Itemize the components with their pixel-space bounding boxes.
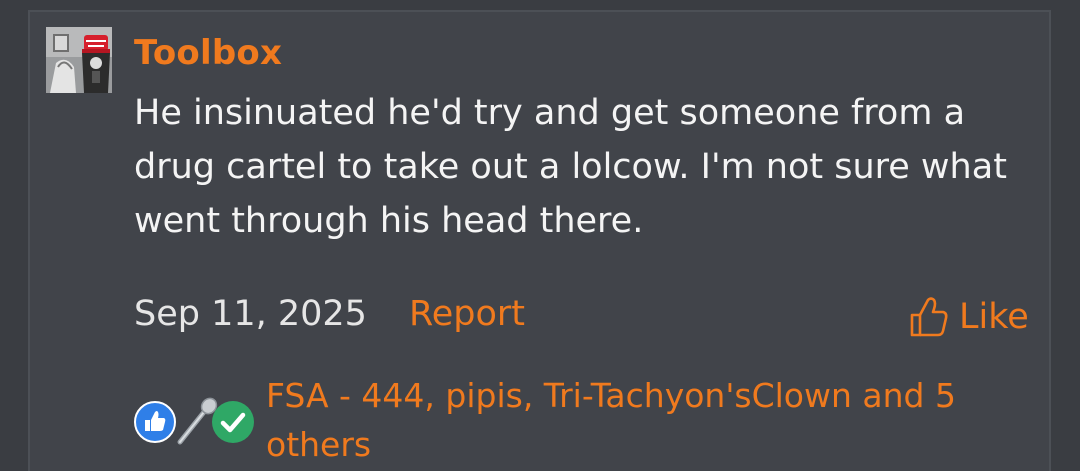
thumbs-up-icon bbox=[134, 401, 176, 443]
thumbs-up-outline-icon bbox=[910, 297, 948, 337]
like-label: Like bbox=[959, 297, 1029, 337]
like-button[interactable]: Like bbox=[909, 292, 1029, 342]
report-link[interactable]: Report bbox=[409, 294, 525, 334]
post-message: He insinuated he'd try and get someone f… bbox=[134, 93, 1007, 241]
avatar[interactable] bbox=[46, 27, 112, 93]
page: Toolbox He insinuated he'd try and get s… bbox=[0, 0, 1080, 471]
username-link[interactable]: Toolbox bbox=[134, 33, 282, 73]
post-date[interactable]: Sep 11, 2025 bbox=[134, 294, 367, 334]
checkmark-icon bbox=[212, 401, 254, 443]
avatar-image bbox=[46, 27, 112, 93]
reaction-icons[interactable] bbox=[132, 396, 256, 448]
reaction-users-link[interactable]: FSA - 444, pipis, Tri-Tachyon'sClown and… bbox=[266, 371, 1026, 469]
